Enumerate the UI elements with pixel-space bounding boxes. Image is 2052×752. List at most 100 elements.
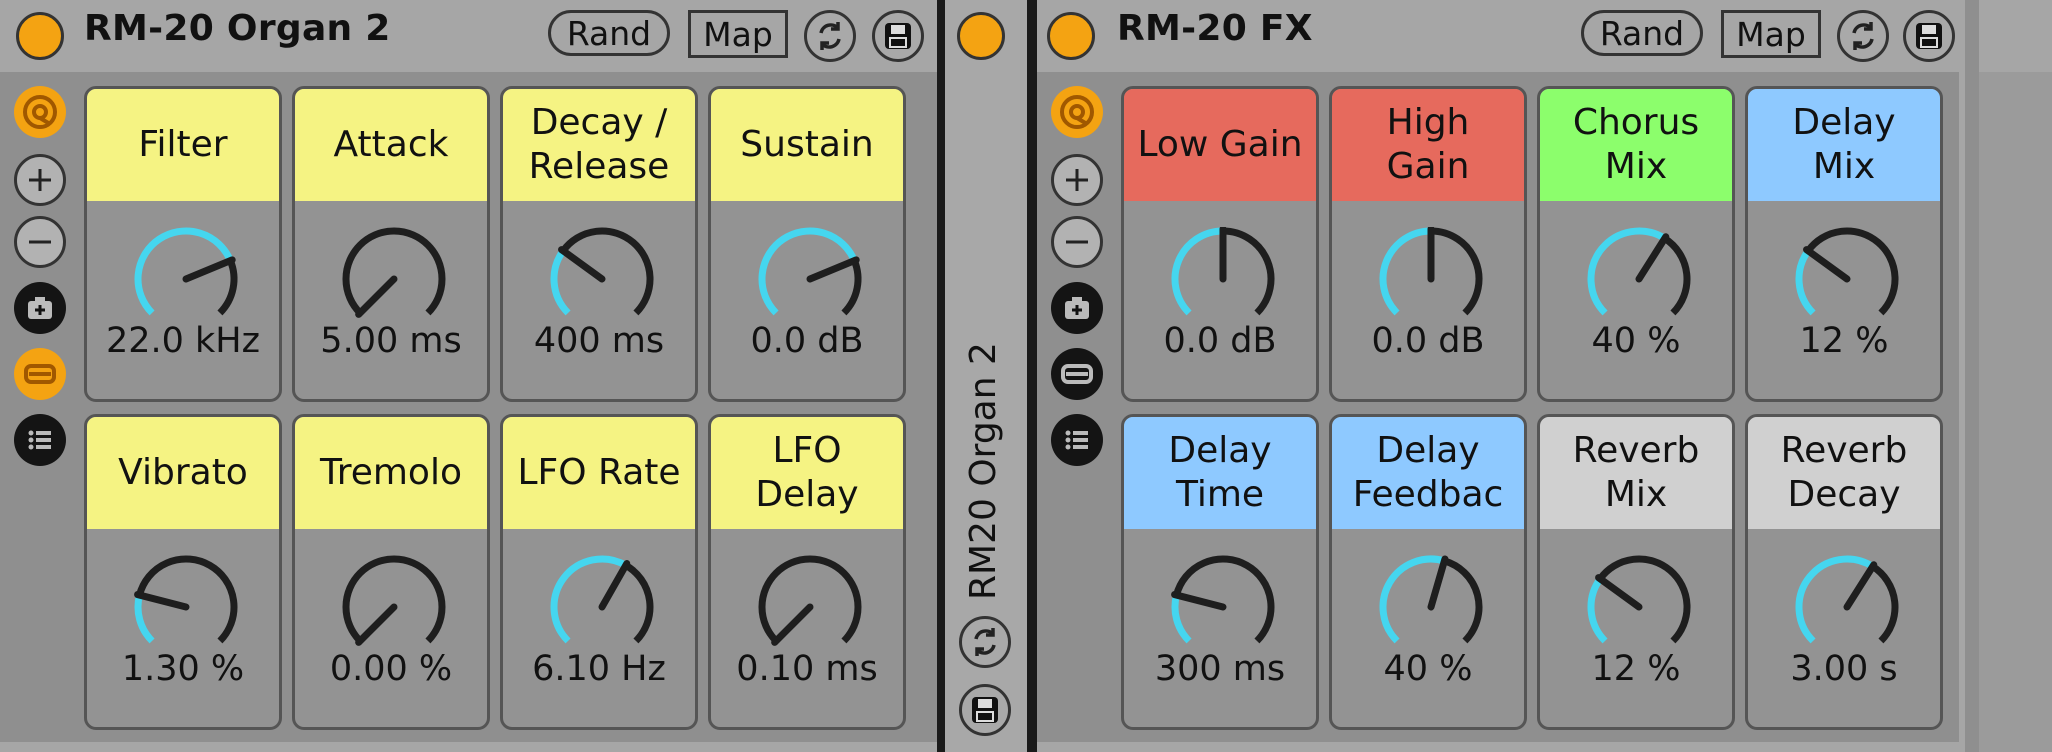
- macro-knob[interactable]: [1584, 227, 1694, 327]
- add-macro-button[interactable]: [1051, 154, 1103, 206]
- macro-knob[interactable]: [1168, 555, 1278, 655]
- macro-knob[interactable]: [547, 227, 657, 327]
- macro-label[interactable]: Reverb Decay: [1748, 417, 1940, 529]
- macro-value[interactable]: 12 %: [1540, 649, 1732, 689]
- map-button[interactable]: Map: [688, 10, 788, 58]
- knob-value-arc: [1171, 227, 1224, 316]
- macro-value[interactable]: 3.00 s: [1748, 649, 1940, 689]
- macro-label[interactable]: Reverb Mix: [1540, 417, 1732, 529]
- macro-label[interactable]: Tremolo: [295, 417, 487, 529]
- macro-value[interactable]: 40 %: [1540, 321, 1732, 361]
- macro-label-text: Reverb Decay: [1780, 430, 1908, 515]
- macro-knob[interactable]: [547, 555, 657, 655]
- save-preset-button[interactable]: [872, 10, 924, 62]
- macro-knob[interactable]: [1584, 555, 1694, 655]
- show-variations-button[interactable]: [14, 348, 66, 400]
- macro-knob-card[interactable]: Attack 5.00 ms: [292, 86, 490, 402]
- macro-label[interactable]: Filter: [87, 89, 279, 201]
- macro-knob-card[interactable]: Reverb Decay 3.00 s: [1745, 414, 1943, 730]
- macro-label[interactable]: High Gain: [1332, 89, 1524, 201]
- macro-value[interactable]: 6.10 Hz: [503, 649, 695, 689]
- rack-save-button[interactable]: [959, 684, 1011, 736]
- device-power-button[interactable]: [16, 12, 64, 60]
- macro-knob-card[interactable]: Reverb Mix 12 %: [1537, 414, 1735, 730]
- macro-value[interactable]: 12 %: [1748, 321, 1940, 361]
- macro-knob-card[interactable]: Filter 22.0 kHz: [84, 86, 282, 402]
- macro-value[interactable]: 1.30 %: [87, 649, 279, 689]
- macro-label[interactable]: Delay Mix: [1748, 89, 1940, 201]
- variations-refresh-button[interactable]: [804, 10, 856, 62]
- macro-randomize-button[interactable]: [14, 86, 66, 138]
- macro-label[interactable]: Decay / Release: [503, 89, 695, 201]
- rand-button[interactable]: Rand: [548, 10, 670, 56]
- remove-macro-button[interactable]: [14, 216, 66, 268]
- macro-knob[interactable]: [131, 555, 241, 655]
- macro-knob[interactable]: [339, 555, 449, 655]
- macro-knob-card[interactable]: Low Gain 0.0 dB: [1121, 86, 1319, 402]
- macro-value[interactable]: 300 ms: [1124, 649, 1316, 689]
- remove-macro-button[interactable]: [1051, 216, 1103, 268]
- macro-label[interactable]: Sustain: [711, 89, 903, 201]
- map-button[interactable]: Map: [1721, 10, 1821, 58]
- snapshot-button[interactable]: [1051, 282, 1103, 334]
- macro-knob[interactable]: [755, 227, 865, 327]
- show-chains-button[interactable]: [14, 414, 66, 466]
- knob-track: [623, 562, 654, 644]
- macro-label[interactable]: Vibrato: [87, 417, 279, 529]
- macro-label[interactable]: Delay Time: [1124, 417, 1316, 529]
- macro-label[interactable]: LFO Delay: [711, 417, 903, 529]
- macro-value[interactable]: 0.0 dB: [1332, 321, 1524, 361]
- macro-knob-card[interactable]: LFO Rate 6.10 Hz: [500, 414, 698, 730]
- macro-knob[interactable]: [1792, 227, 1902, 327]
- snapshot-button[interactable]: [14, 282, 66, 334]
- macro-knob-card[interactable]: Vibrato 1.30 %: [84, 414, 282, 730]
- macro-knob[interactable]: [131, 227, 241, 327]
- device-title-bar[interactable]: RM-20 Organ 2 Rand Map: [0, 0, 940, 72]
- rand-button[interactable]: Rand: [1581, 10, 1703, 56]
- macro-label[interactable]: Chorus Mix: [1540, 89, 1732, 201]
- rack-power-button[interactable]: [957, 12, 1005, 60]
- macro-knob-card[interactable]: Sustain 0.0 dB: [708, 86, 906, 402]
- macro-label[interactable]: Delay Feedbac: [1332, 417, 1524, 529]
- show-chains-button[interactable]: [1051, 414, 1103, 466]
- macro-label-text: Chorus Mix: [1572, 102, 1700, 187]
- macro-knob-card[interactable]: Delay Feedbac 40 %: [1329, 414, 1527, 730]
- macro-knob-card[interactable]: Tremolo 0.00 %: [292, 414, 490, 730]
- show-variations-button[interactable]: [1051, 348, 1103, 400]
- macro-knob[interactable]: [1376, 555, 1486, 655]
- device-power-button[interactable]: [1047, 12, 1095, 60]
- macro-value[interactable]: 22.0 kHz: [87, 321, 279, 361]
- macro-label[interactable]: Attack: [295, 89, 487, 201]
- knob-value-arc: [1587, 227, 1667, 316]
- macro-knob-card[interactable]: High Gain 0.0 dB: [1329, 86, 1527, 402]
- macro-label-text: Delay Time: [1168, 430, 1272, 515]
- macro-knob-card[interactable]: Delay Time 300 ms: [1121, 414, 1319, 730]
- rack-refresh-button[interactable]: [959, 616, 1011, 668]
- macro-knob-card[interactable]: LFO Delay 0.10 ms: [708, 414, 906, 730]
- macro-knob[interactable]: [755, 555, 865, 655]
- plus-icon: [29, 169, 51, 191]
- macro-label-text: Delay Feedbac: [1352, 430, 1504, 515]
- macro-value[interactable]: 0.0 dB: [711, 321, 903, 361]
- macro-value[interactable]: 0.00 %: [295, 649, 487, 689]
- save-preset-button[interactable]: [1903, 10, 1955, 62]
- add-macro-button[interactable]: [14, 154, 66, 206]
- macro-knob[interactable]: [1376, 227, 1486, 327]
- macro-label[interactable]: LFO Rate: [503, 417, 695, 529]
- macro-value[interactable]: 40 %: [1332, 649, 1524, 689]
- macro-knob[interactable]: [339, 227, 449, 327]
- macro-knob-card[interactable]: Delay Mix 12 %: [1745, 86, 1943, 402]
- macro-value[interactable]: 400 ms: [503, 321, 695, 361]
- macro-knob[interactable]: [1792, 555, 1902, 655]
- device-title-bar[interactable]: RM-20 FX Rand Map: [1037, 0, 1977, 72]
- macro-value[interactable]: 0.10 ms: [711, 649, 903, 689]
- macro-knob[interactable]: [1168, 227, 1278, 327]
- knob-track: [1662, 235, 1691, 316]
- macro-value[interactable]: 0.0 dB: [1124, 321, 1316, 361]
- macro-knob-card[interactable]: Decay / Release 400 ms: [500, 86, 698, 402]
- macro-knob-card[interactable]: Chorus Mix 40 %: [1537, 86, 1735, 402]
- macro-value[interactable]: 5.00 ms: [295, 321, 487, 361]
- macro-randomize-button[interactable]: [1051, 86, 1103, 138]
- variations-refresh-button[interactable]: [1837, 10, 1889, 62]
- macro-label[interactable]: Low Gain: [1124, 89, 1316, 201]
